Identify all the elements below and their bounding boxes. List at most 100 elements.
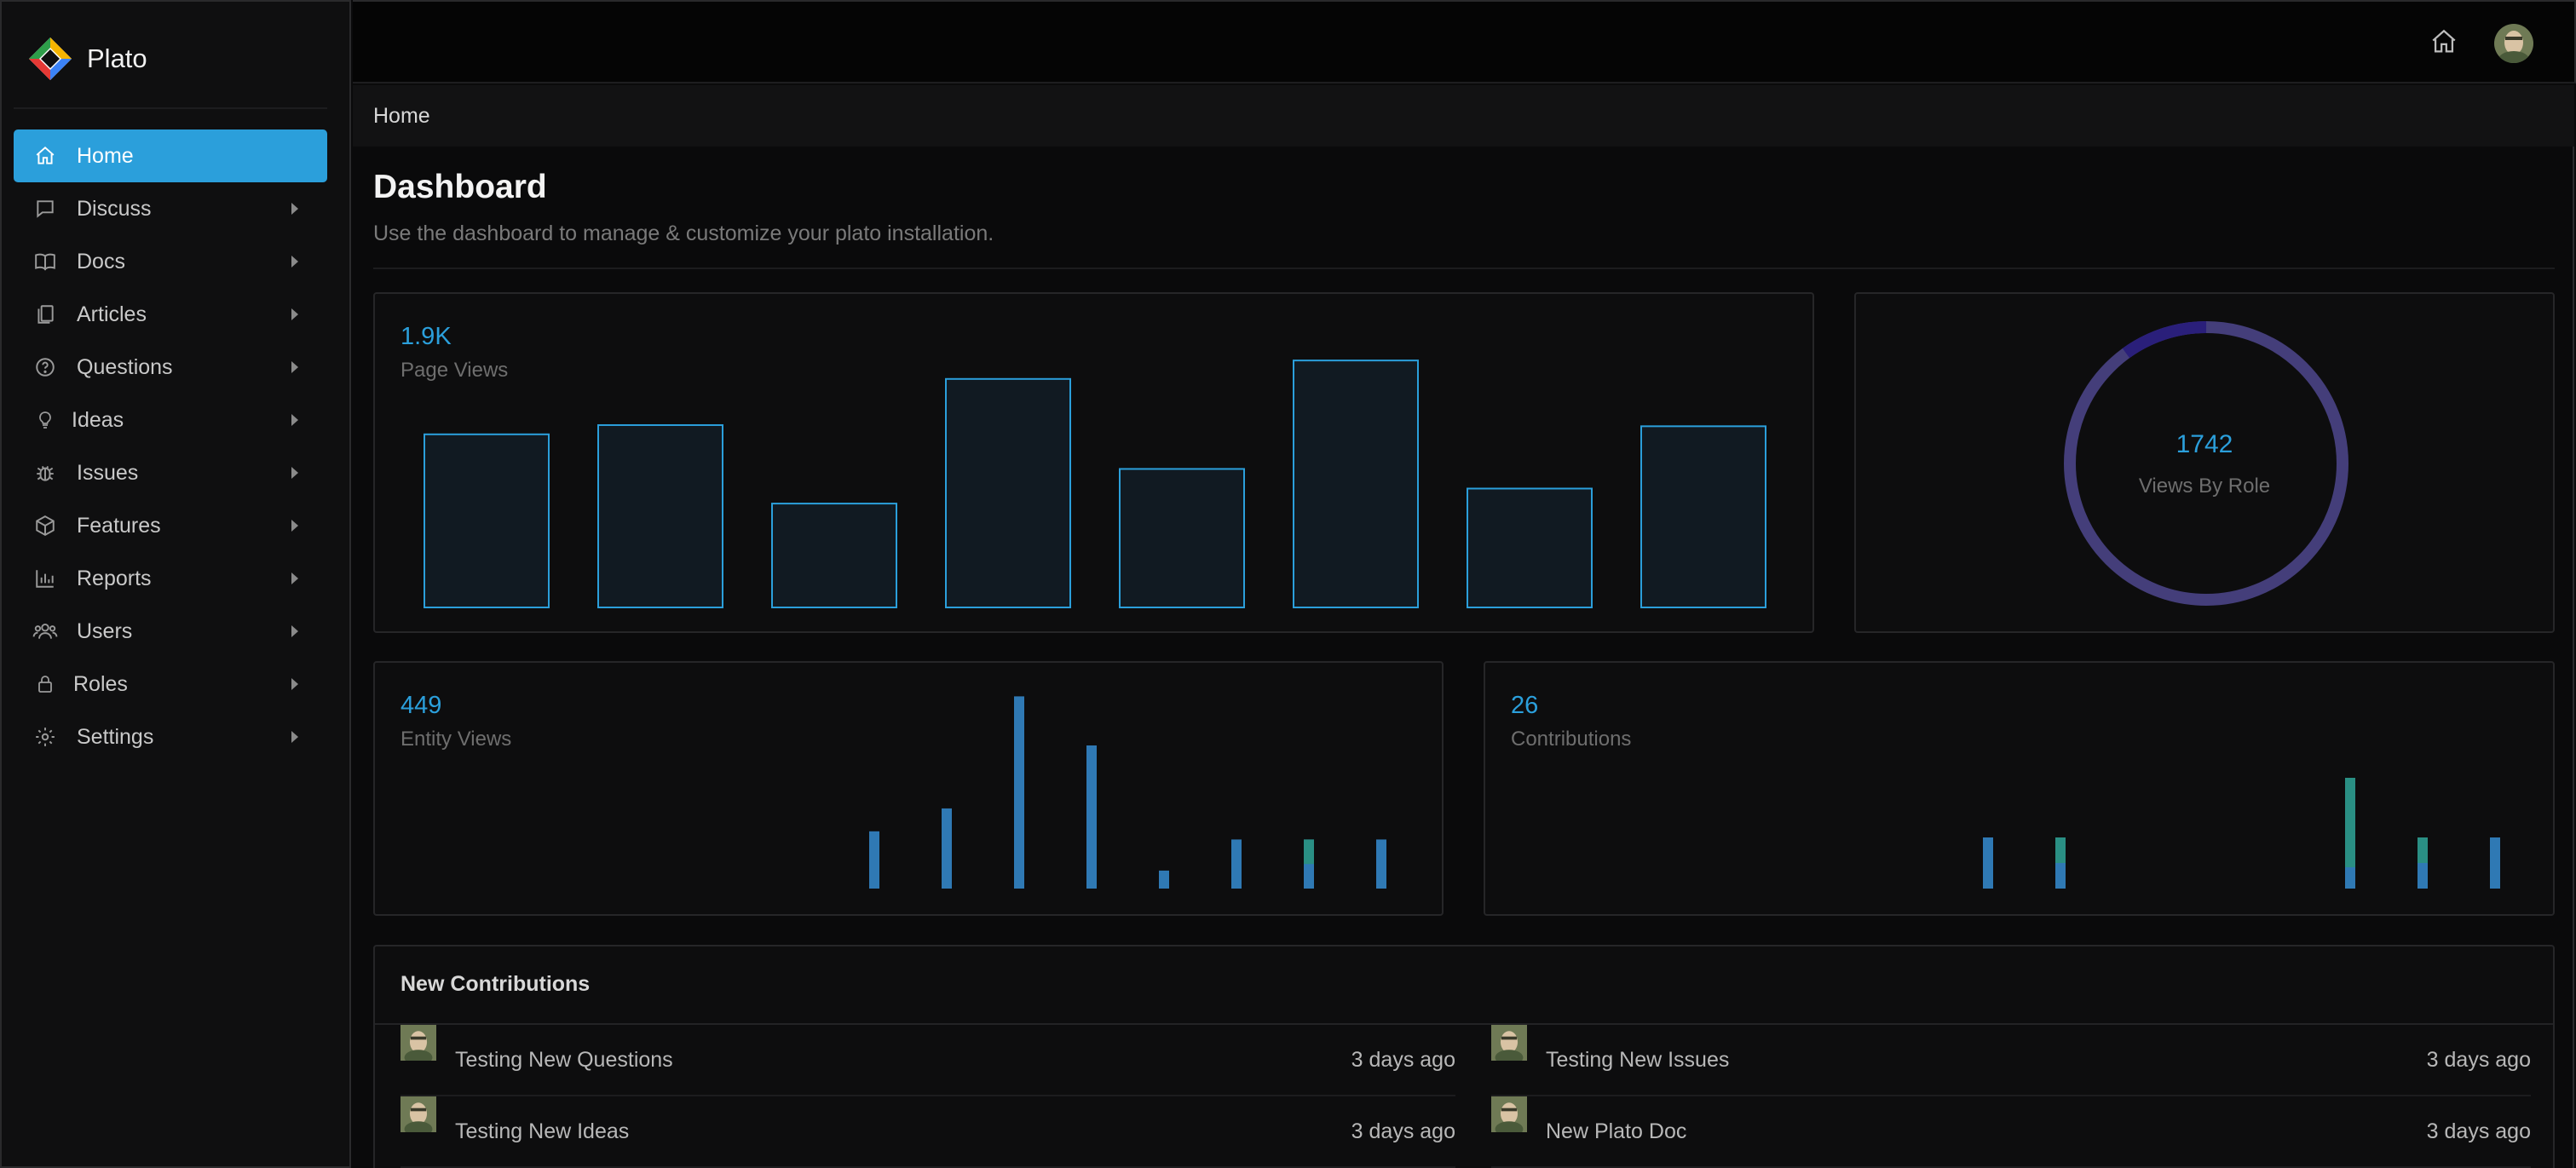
- bar: [597, 423, 723, 608]
- list-item[interactable]: Testing New Questions 3 days ago: [401, 1025, 1455, 1096]
- bar: [869, 831, 879, 889]
- lock-icon: [32, 671, 58, 697]
- bar: [1119, 468, 1245, 608]
- user-avatar[interactable]: [2494, 24, 2533, 63]
- bar: [1640, 425, 1766, 608]
- avatar: [1491, 1025, 1527, 1078]
- bar: [424, 433, 550, 608]
- users-icon: [32, 619, 58, 644]
- caret-right-icon: [291, 572, 298, 584]
- sidebar-item-issues[interactable]: Issues: [14, 446, 327, 499]
- book-icon: [32, 249, 58, 274]
- donut-slice: [2064, 321, 2348, 606]
- list-item[interactable]: Testing New Issues 3 days ago: [1491, 1025, 2531, 1096]
- sidebar-item-label: Ideas: [72, 407, 124, 432]
- bar: [1086, 745, 1097, 889]
- sidebar-item-reports[interactable]: Reports: [14, 552, 327, 605]
- caret-right-icon: [291, 361, 298, 373]
- sidebar-item-label: Users: [77, 619, 133, 643]
- bar: [2345, 778, 2355, 867]
- sidebar-item-label: Issues: [77, 460, 139, 485]
- bar: [1159, 870, 1169, 889]
- entity-views-card[interactable]: 449 Entity Views: [373, 661, 1444, 916]
- donut-label: Views By Role: [2138, 475, 2271, 498]
- sidebar-item-label: Settings: [77, 724, 154, 749]
- breadcrumb-item-home[interactable]: Home: [373, 104, 430, 129]
- panel-heading: New Contributions: [401, 972, 591, 996]
- bar-chart-icon: [32, 566, 58, 591]
- contribution-time: 3 days ago: [1351, 1119, 1455, 1143]
- bar: [2418, 837, 2428, 863]
- entity-views-chart: [869, 696, 1386, 889]
- page-views-card[interactable]: 1.9K Page Views: [373, 292, 1814, 633]
- bar: [942, 808, 952, 889]
- home-icon: [32, 143, 58, 169]
- sidebar-item-label: Articles: [77, 302, 147, 326]
- question-icon: [32, 354, 58, 380]
- new-contributions-panel: New Contributions Testing New Questions …: [373, 945, 2555, 1168]
- bar: [1304, 839, 1314, 865]
- sidebar-item-features[interactable]: Features: [14, 499, 327, 552]
- sidebar-item-ideas[interactable]: Ideas: [14, 394, 327, 446]
- donut-value: 1742: [2175, 430, 2233, 458]
- plato-logo-icon: [29, 37, 72, 80]
- bar: [2055, 837, 2066, 863]
- bar: [945, 377, 1071, 609]
- caret-right-icon: [291, 731, 298, 743]
- bug-icon: [32, 460, 58, 486]
- sidebar-item-home[interactable]: Home: [14, 129, 327, 182]
- caret-right-icon: [291, 678, 298, 690]
- documents-icon: [32, 302, 58, 327]
- bar: [1376, 839, 1386, 889]
- bar: [1231, 839, 1242, 889]
- caret-right-icon: [291, 520, 298, 532]
- caret-right-icon: [291, 256, 298, 268]
- sidebar-item-label: Questions: [77, 354, 173, 379]
- avatar: [401, 1025, 436, 1078]
- gear-icon: [32, 724, 58, 750]
- bar: [2490, 837, 2500, 889]
- bar: [1983, 837, 1993, 889]
- sidebar-item-questions[interactable]: Questions: [14, 341, 327, 394]
- page-description: Use the dashboard to manage & customize …: [373, 222, 994, 245]
- sidebar-item-label: Roles: [73, 671, 128, 696]
- list-item[interactable]: Testing New Ideas 3 days ago: [401, 1096, 1455, 1168]
- sidebar: Plato Home Discuss Docs Articles Questio…: [0, 0, 351, 1168]
- caret-right-icon: [291, 467, 298, 479]
- sidebar-nav: Home Discuss Docs Articles Questions Ide…: [14, 129, 327, 763]
- avatar: [401, 1096, 436, 1149]
- avatar: [1491, 1096, 1527, 1149]
- sidebar-item-label: Reports: [77, 566, 152, 590]
- contribution-title[interactable]: Testing New Issues: [1546, 1048, 2427, 1073]
- sidebar-item-discuss[interactable]: Discuss: [14, 182, 327, 235]
- sidebar-item-roles[interactable]: Roles: [14, 658, 327, 711]
- views-by-role-chart: [2064, 321, 2348, 606]
- sidebar-item-docs[interactable]: Docs: [14, 235, 327, 288]
- sidebar-item-articles[interactable]: Articles: [14, 288, 327, 341]
- sidebar-item-label: Docs: [77, 249, 125, 273]
- sidebar-item-users[interactable]: Users: [14, 605, 327, 658]
- page-views-chart: [424, 360, 1766, 609]
- caret-right-icon: [291, 414, 298, 426]
- views-by-role-card[interactable]: 1742 Views By Role: [1854, 292, 2555, 633]
- contribution-time: 3 days ago: [2426, 1119, 2531, 1143]
- bar: [1014, 696, 1024, 889]
- brand-name: Plato: [87, 43, 147, 73]
- brand[interactable]: Plato: [27, 34, 147, 83]
- contributions-chart: [1983, 778, 2500, 889]
- contribution-time: 3 days ago: [2426, 1047, 2531, 1072]
- home-icon[interactable]: [2429, 27, 2458, 56]
- divider: [373, 268, 2555, 269]
- list-item[interactable]: New Plato Doc 3 days ago: [1491, 1096, 2531, 1168]
- sidebar-item-settings[interactable]: Settings: [14, 711, 327, 763]
- contributions-card[interactable]: 26 Contributions: [1484, 661, 2555, 916]
- bar: [771, 503, 897, 608]
- lightbulb-icon: [32, 407, 58, 433]
- breadcrumb: Home: [353, 85, 2574, 147]
- contribution-title[interactable]: Testing New Questions: [455, 1048, 1351, 1073]
- top-bar: [353, 0, 2576, 83]
- bar: [1467, 487, 1593, 608]
- contribution-title[interactable]: New Plato Doc: [1546, 1119, 2427, 1144]
- bar: [1293, 360, 1419, 609]
- contribution-title[interactable]: Testing New Ideas: [455, 1119, 1351, 1144]
